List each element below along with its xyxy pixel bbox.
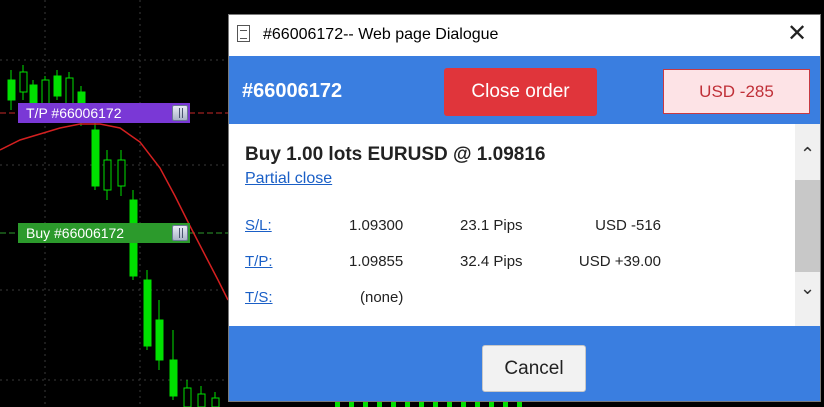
stop-loss-amount: USD -516 [595,217,661,234]
dialog-header: #66006172 Close order USD -285 [229,56,820,124]
order-details: Buy 1.00 lots EURUSD @ 1.09816 Partial c… [229,124,795,326]
trailing-stop-link[interactable]: T/S: [245,289,273,306]
order-id: #66006172 [242,80,343,102]
take-profit-row: T/P: 1.09855 32.4 Pips USD +39.00 [229,253,795,273]
stop-loss-link[interactable]: S/L: [245,217,272,234]
stop-loss-row: S/L: 1.09300 23.1 Pips USD -516 [229,217,795,237]
cancel-button[interactable]: Cancel [482,345,586,392]
buy-order-tag[interactable]: Buy #66006172 [18,223,190,243]
scroll-thumb[interactable] [795,180,820,272]
take-profit-pips: 32.4 Pips [460,253,523,270]
candle-body [41,79,50,105]
drag-handle-icon[interactable] [172,225,188,241]
close-icon[interactable]: ✕ [784,21,810,47]
chart-grid [0,0,230,407]
candle-body [155,319,164,361]
candle-body [91,129,100,187]
dialog-footer: Cancel [229,326,820,401]
stop-loss-price: 1.09300 [349,217,404,234]
trailing-stop-row: T/S: (none) [229,289,795,309]
profit-loss-badge: USD -285 [663,69,810,114]
candle-body [183,387,192,407]
candle-body [169,359,178,397]
stop-loss-pips: 23.1 Pips [460,217,523,234]
take-profit-amount: USD +39.00 [578,253,661,270]
chevron-up-icon[interactable]: ⌃ [795,144,820,174]
trailing-stop-value: (none) [360,289,404,306]
candle-body [65,77,74,105]
vertical-scrollbar[interactable]: ⌃ ⌄ [795,124,820,326]
take-profit-link[interactable]: T/P: [245,253,273,270]
candle-body [103,159,112,191]
buy-order-label: Buy #66006172 [26,225,125,241]
drag-handle-icon[interactable] [172,105,188,121]
order-summary: Buy 1.00 lots EURUSD @ 1.09816 [245,144,546,165]
candle-body [53,75,62,97]
chevron-down-icon[interactable]: ⌄ [795,278,820,308]
moving-average-line [0,123,229,301]
candle-body [143,279,152,347]
candle-body [7,79,16,101]
candle-body [211,397,220,407]
dialog-title: #66006172-- Web page Dialogue [263,26,499,43]
tp-order-label: T/P #66006172 [26,105,122,121]
candle-body [117,159,126,187]
candle-body [19,71,28,93]
tp-order-tag[interactable]: T/P #66006172 [18,103,190,123]
dialog-titlebar[interactable]: #66006172-- Web page Dialogue ✕ [229,15,820,56]
take-profit-price: 1.09855 [349,253,404,270]
order-dialog: #66006172-- Web page Dialogue ✕ #6600617… [228,14,821,402]
candle-body [197,393,206,407]
partial-close-link[interactable]: Partial close [245,170,332,188]
document-icon [237,25,250,42]
close-order-button[interactable]: Close order [444,68,597,116]
